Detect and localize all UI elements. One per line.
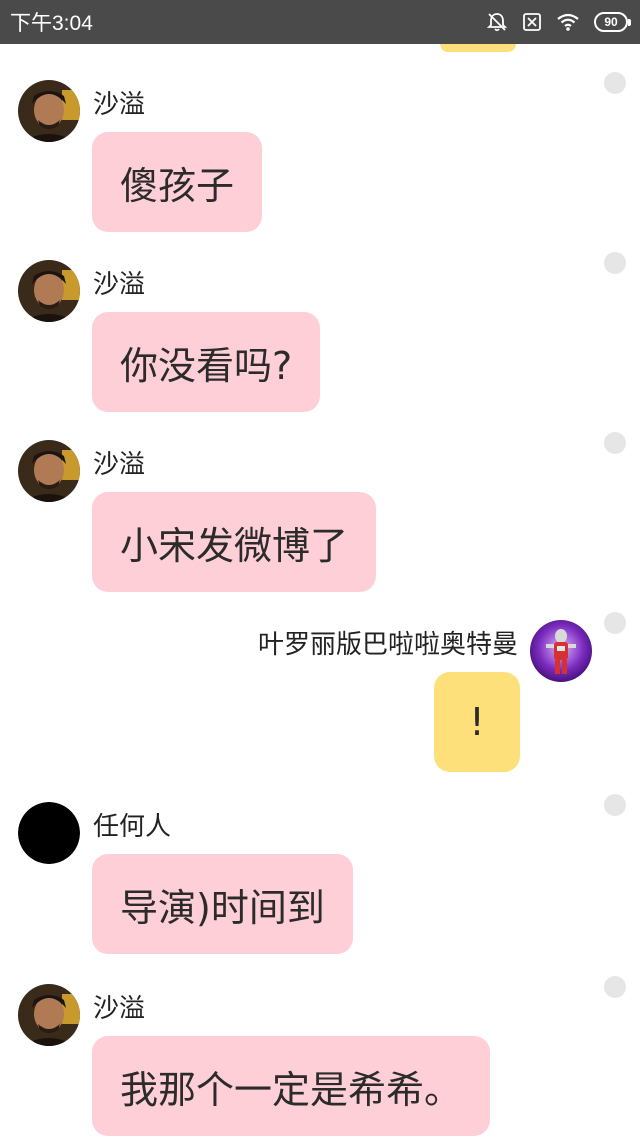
sender-avatar[interactable] — [530, 620, 592, 682]
unread-dot — [604, 612, 626, 634]
sender-avatar[interactable] — [18, 984, 80, 1046]
sender-name: 任何人 — [93, 812, 172, 842]
unread-dot — [604, 432, 626, 454]
message-bubble[interactable]: 你没看吗? — [92, 312, 321, 412]
sender-avatar[interactable] — [18, 802, 80, 864]
sender-name: 沙溢 — [93, 90, 146, 120]
sender-avatar[interactable] — [18, 260, 80, 322]
sender-name: 叶罗丽版巴啦啦奥特曼 — [257, 630, 518, 660]
sender-avatar[interactable] — [18, 440, 80, 502]
message-bubble[interactable]: 傻孩子 — [92, 132, 263, 232]
message-bubble[interactable]: ! — [434, 672, 520, 772]
black-avatar-icon — [18, 802, 80, 864]
shayi-avatar-icon — [18, 440, 80, 502]
unread-dot — [604, 794, 626, 816]
message-bubble[interactable]: 小宋发微博了 — [92, 492, 377, 592]
sender-name: 沙溢 — [93, 270, 146, 300]
unread-dot — [604, 976, 626, 998]
message-bubble[interactable]: 导演)时间到 — [92, 854, 353, 954]
unread-dot — [604, 252, 626, 274]
message-bubble[interactable]: 我那个一定是希希。 — [92, 1036, 491, 1136]
shayi-avatar-icon — [18, 260, 80, 322]
shayi-avatar-icon — [18, 80, 80, 142]
shayi-avatar-icon — [18, 984, 80, 1046]
sender-name: 沙溢 — [93, 450, 146, 480]
unread-dot — [604, 72, 626, 94]
chat-list[interactable]: 沙溢 傻孩子 沙溢 你没看吗? 沙溢 小宋发微博了 叶罗丽版巴啦啦奥特曼 ! 任… — [0, 0, 640, 1138]
sender-avatar[interactable] — [18, 80, 80, 142]
sender-name: 沙溢 — [93, 994, 146, 1024]
ultraman-avatar-icon — [530, 620, 592, 682]
